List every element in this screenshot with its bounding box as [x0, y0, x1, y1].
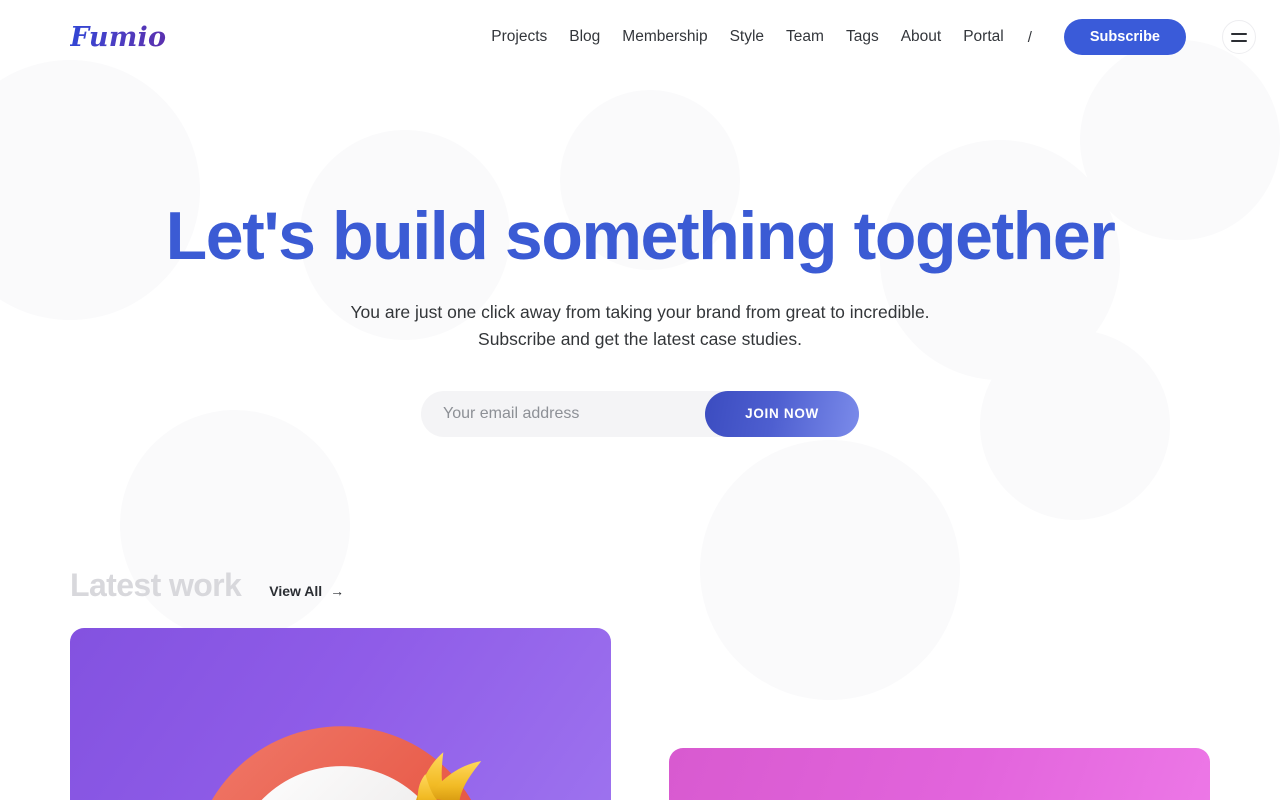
nav-item-blog[interactable]: Blog: [569, 28, 600, 46]
arrow-right-icon: →: [330, 582, 345, 599]
email-signup-form: JOIN NOW: [421, 390, 859, 437]
hamburger-menu-button[interactable]: [1222, 20, 1256, 54]
site-header: Fumio Projects Blog Membership Style Tea…: [0, 0, 1280, 74]
work-card-pink[interactable]: [669, 747, 1210, 800]
page-title: Let's build something together: [165, 198, 1116, 274]
nav-item-projects[interactable]: Projects: [491, 28, 547, 46]
nav-item-portal[interactable]: Portal: [963, 28, 1004, 46]
nav-item-about[interactable]: About: [901, 28, 942, 46]
page-root: Fumio Projects Blog Membership Style Tea…: [0, 0, 1280, 800]
hamburger-icon-bar-top: [1231, 32, 1247, 35]
subscribe-button[interactable]: Subscribe: [1063, 19, 1186, 55]
main-navigation: Projects Blog Membership Style Team Tags…: [491, 19, 1256, 55]
hero-subtitle-line-2: Subscribe and get the latest case studie…: [478, 328, 802, 349]
work-card-purple[interactable]: [70, 627, 611, 800]
nav-item-style[interactable]: Style: [730, 28, 764, 46]
nav-item-team[interactable]: Team: [786, 28, 824, 46]
latest-work-section: Latest work View All →: [0, 567, 1280, 800]
latest-work-header: Latest work View All →: [70, 567, 1210, 604]
brand-logo[interactable]: Fumio: [70, 22, 166, 53]
nav-separator: /: [1027, 28, 1032, 46]
work-card-grid: [70, 627, 1210, 800]
hero-subtitle-line-1: You are just one click away from taking …: [350, 302, 930, 322]
view-all-label: View All: [269, 582, 323, 599]
hero-subtitle: You are just one click away from taking …: [0, 299, 1280, 353]
dartboard-bullseye-icon: [211, 725, 482, 800]
hero-section: Let's build something together You are j…: [0, 74, 1280, 437]
join-now-button[interactable]: JOIN NOW: [705, 390, 859, 437]
view-all-link[interactable]: View All →: [269, 583, 344, 599]
nav-item-membership[interactable]: Membership: [622, 28, 707, 46]
nav-item-tags[interactable]: Tags: [846, 28, 879, 46]
hamburger-icon-bar-bottom: [1231, 39, 1247, 42]
section-title: Latest work: [70, 566, 242, 603]
